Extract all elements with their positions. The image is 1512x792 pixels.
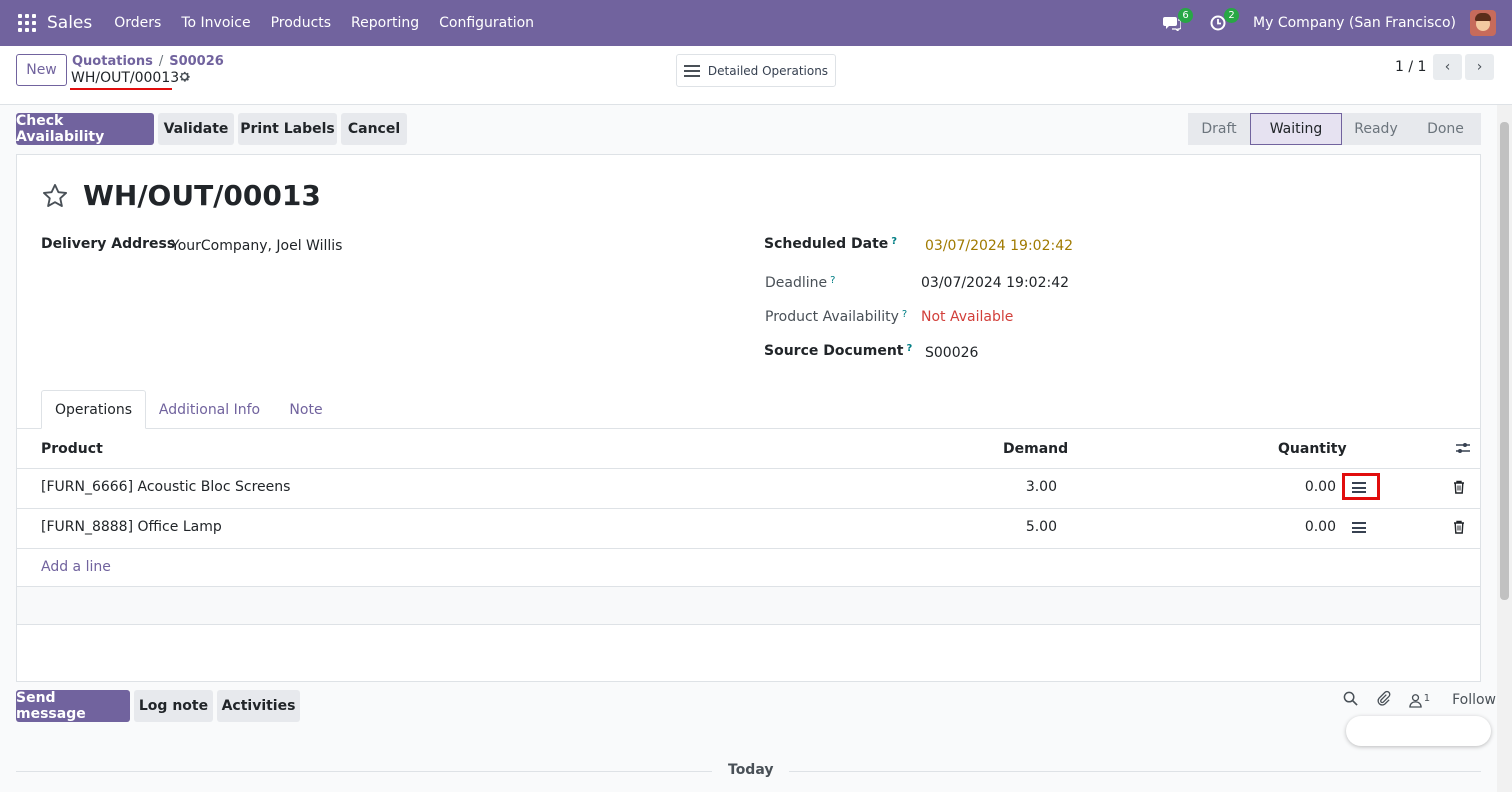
breadcrumb-s00026[interactable]: S00026	[169, 54, 224, 69]
check-availability-button[interactable]: Check Availability	[16, 113, 154, 145]
stage-done[interactable]: Done	[1410, 113, 1481, 145]
delete-trash-icon[interactable]	[1453, 480, 1465, 498]
breadcrumb: Quotations / S00026	[72, 54, 224, 69]
top-navbar: Sales Orders To Invoice Products Reporti…	[0, 0, 1512, 46]
hamburger-icon	[683, 64, 700, 77]
delivery-address-label: Delivery Address	[41, 236, 176, 252]
send-message-button[interactable]: Send message	[16, 690, 130, 722]
search-icon[interactable]	[1343, 691, 1358, 710]
star-icon[interactable]	[41, 182, 69, 217]
detailed-operations-button[interactable]: Detailed Operations	[676, 54, 836, 87]
delete-trash-icon[interactable]	[1453, 520, 1465, 538]
menu-products[interactable]: Products	[271, 15, 331, 31]
detailed-operations-list-icon[interactable]	[1352, 482, 1366, 493]
source-document-field[interactable]: S00026	[925, 345, 978, 361]
help-icon[interactable]: ?	[902, 309, 907, 320]
gear-icon[interactable]	[178, 70, 191, 87]
tab-note[interactable]: Note	[273, 390, 339, 429]
follow-button[interactable]: Follow	[1452, 692, 1496, 708]
cancel-button[interactable]: Cancel	[341, 113, 407, 145]
control-panel: New Quotations / S00026 WH/OUT/00013 Detai…	[0, 46, 1512, 105]
row1-demand[interactable]: 3.00	[977, 479, 1057, 495]
row-divider	[17, 624, 1480, 625]
menu-configuration[interactable]: Configuration	[439, 15, 534, 31]
followers-icon[interactable]: 1	[1408, 692, 1431, 708]
table-empty-row	[17, 587, 1480, 625]
scheduled-date-field[interactable]: 03/07/2024 19:02:42	[925, 238, 1073, 254]
status-bar: Draft Waiting Ready Done	[1188, 113, 1481, 145]
app-name[interactable]: Sales	[47, 13, 92, 33]
activities-badge: 2	[1224, 8, 1240, 23]
row2-demand[interactable]: 5.00	[977, 519, 1057, 535]
help-icon[interactable]: ?	[891, 236, 897, 247]
product-availability-label: Product Availability?	[765, 309, 908, 325]
messages-badge: 6	[1178, 8, 1194, 23]
notebook-tabs: Operations Additional Info Note	[17, 390, 1480, 429]
row-divider	[17, 548, 1480, 549]
detailed-operations-label: Detailed Operations	[707, 63, 829, 78]
company-switcher[interactable]: My Company (San Francisco)	[1253, 15, 1456, 31]
log-note-button[interactable]: Log note	[134, 690, 213, 722]
scheduled-date-label: Scheduled Date?	[764, 236, 898, 252]
menu-orders[interactable]: Orders	[114, 15, 161, 31]
new-button[interactable]: New	[16, 54, 67, 86]
help-icon[interactable]: ?	[830, 275, 835, 286]
menu-to-invoice[interactable]: To Invoice	[181, 15, 250, 31]
breadcrumb-quotations[interactable]: Quotations	[72, 54, 153, 69]
form-sheet: WH/OUT/00013 Delivery Address YourCompan…	[16, 154, 1481, 682]
stage-waiting[interactable]: Waiting	[1250, 113, 1342, 145]
user-avatar[interactable]	[1470, 10, 1496, 36]
add-a-line-link[interactable]: Add a line	[41, 559, 111, 575]
floating-widget[interactable]	[1346, 716, 1491, 746]
column-header-demand[interactable]: Demand	[1003, 441, 1068, 457]
breadcrumb-separator: /	[158, 54, 164, 69]
row-divider	[17, 508, 1480, 509]
paperclip-icon[interactable]	[1376, 690, 1391, 710]
row1-quantity[interactable]: 0.00	[1256, 479, 1336, 495]
followers-count: 1	[1423, 692, 1431, 704]
row1-product[interactable]: [FURN_6666] Acoustic Bloc Screens	[41, 479, 290, 495]
pager-next-icon[interactable]: ›	[1465, 54, 1494, 80]
help-icon[interactable]: ?	[907, 343, 913, 354]
pager-value[interactable]: 1 / 1	[1395, 59, 1426, 75]
breadcrumb-current-record: WH/OUT/00013	[71, 70, 180, 86]
tab-additional-info[interactable]: Additional Info	[147, 390, 272, 429]
source-document-label: Source Document?	[764, 343, 913, 359]
date-separator-today: Today	[712, 762, 790, 778]
annotation-underline	[70, 88, 172, 90]
messages-icon[interactable]: 6	[1161, 8, 1194, 34]
record-title: WH/OUT/00013	[83, 179, 321, 212]
column-settings-icon[interactable]	[1455, 441, 1471, 459]
product-availability-value: Not Available	[921, 309, 1014, 325]
deadline-label: Deadline?	[765, 275, 836, 291]
tab-operations[interactable]: Operations	[41, 390, 146, 429]
chatter-topbar-actions: 1 Follow	[1325, 690, 1496, 710]
scrollbar-thumb[interactable]	[1500, 122, 1509, 600]
row-divider	[17, 468, 1480, 469]
activities-button[interactable]: Activities	[217, 690, 300, 722]
column-header-product[interactable]: Product	[41, 441, 103, 457]
stage-ready[interactable]: Ready	[1342, 113, 1410, 145]
column-header-quantity[interactable]: Quantity	[1278, 441, 1347, 457]
menu-reporting[interactable]: Reporting	[351, 15, 419, 31]
row2-quantity[interactable]: 0.00	[1256, 519, 1336, 535]
validate-button[interactable]: Validate	[158, 113, 234, 145]
pager-previous-icon[interactable]: ‹	[1433, 54, 1462, 80]
activities-clock-icon[interactable]: 2	[1207, 8, 1240, 34]
apps-menu-icon[interactable]	[18, 14, 36, 32]
delivery-address-field[interactable]: YourCompany, Joel Willis	[171, 238, 342, 254]
row2-product[interactable]: [FURN_8888] Office Lamp	[41, 519, 222, 535]
stage-draft[interactable]: Draft	[1188, 113, 1250, 145]
detailed-operations-list-icon[interactable]	[1352, 522, 1366, 533]
print-labels-button[interactable]: Print Labels	[238, 113, 337, 145]
deadline-field: 03/07/2024 19:02:42	[921, 275, 1070, 291]
